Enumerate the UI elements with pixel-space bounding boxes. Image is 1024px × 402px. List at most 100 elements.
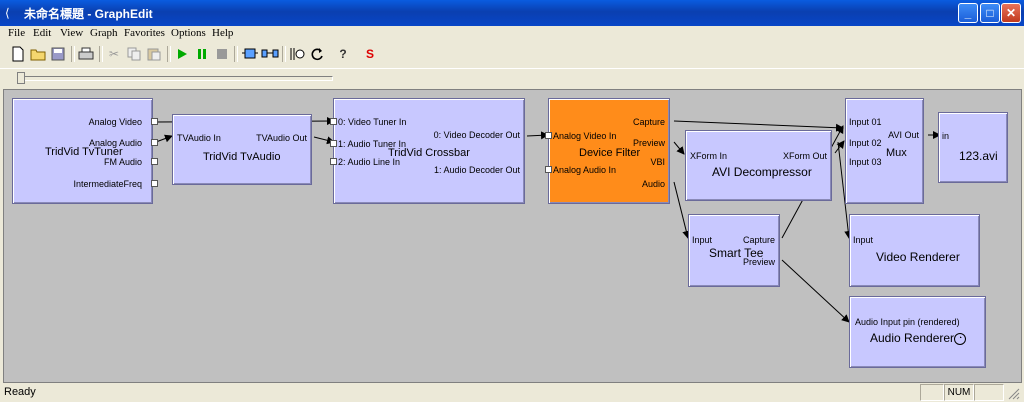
pin-label: IntermediateFreq — [73, 179, 142, 189]
pin-label: TVAudio In — [177, 133, 221, 143]
copy-icon[interactable] — [124, 44, 144, 64]
graphedit-icon: ⟨ — [5, 6, 10, 20]
status-panel-blank — [920, 384, 944, 401]
filter-crossbar[interactable]: TridVid Crossbar 0: Video Tuner In 1: Au… — [330, 98, 525, 204]
window-title: 未命名標題 - GraphEdit — [24, 7, 153, 21]
help-icon[interactable]: ? — [333, 44, 353, 64]
pin-label: Input — [853, 235, 874, 245]
filter-smart-tee[interactable]: Smart Tee Input Capture Preview — [688, 214, 780, 287]
pin-label: 0: Video Decoder Out — [433, 130, 520, 140]
pin-label: Preview — [742, 257, 775, 267]
input-pin[interactable] — [545, 166, 552, 173]
filter-tvtuner[interactable]: TridVid TvTuner Analog Video Analog Audi… — [12, 98, 158, 204]
status-num: NUM — [944, 384, 974, 401]
pause-icon[interactable] — [192, 44, 212, 64]
cut-icon[interactable]: ✂ — [104, 44, 124, 64]
pin-label: AVI Out — [888, 130, 919, 140]
save-icon[interactable] — [48, 44, 68, 64]
pin-label: Input 03 — [849, 157, 882, 167]
seek-icon[interactable]: S — [360, 44, 380, 64]
connection-preview-xform[interactable] — [673, 141, 685, 155]
maximize-button[interactable]: □ — [980, 3, 1000, 23]
input-pin[interactable] — [545, 132, 552, 139]
graph-clock-icon[interactable] — [287, 44, 307, 64]
output-pin[interactable] — [151, 158, 158, 165]
graph-canvas[interactable]: TridVid TvTuner Analog Video Analog Audi… — [3, 89, 1022, 383]
pin-label: in — [942, 131, 950, 141]
filter-name: Video Renderer — [876, 250, 960, 264]
resize-grip-icon[interactable] — [1008, 388, 1020, 400]
new-icon[interactable] — [8, 44, 28, 64]
toolbar: ✂ ? S — [4, 44, 1020, 66]
seek-track[interactable] — [18, 76, 333, 81]
menu-view[interactable]: View — [60, 27, 83, 39]
filter-video-renderer[interactable]: Video Renderer Input — [849, 214, 980, 287]
menu-help[interactable]: Help — [212, 27, 233, 39]
menu-edit[interactable]: Edit — [33, 27, 51, 39]
minimize-button[interactable]: _ — [958, 3, 978, 23]
paste-icon[interactable] — [144, 44, 164, 64]
filter-tvaudio[interactable]: TridVid TvAudio TVAudio In TVAudio Out — [172, 114, 312, 185]
output-pin[interactable] — [151, 139, 158, 146]
seek-thumb[interactable] — [17, 72, 25, 84]
pin-label: XForm Out — [782, 151, 827, 161]
filter-name: 123.avi — [959, 149, 998, 163]
input-pin[interactable] — [330, 158, 337, 165]
pin-label: 2: Audio Line In — [338, 157, 401, 167]
play-icon[interactable] — [172, 44, 192, 64]
output-pin[interactable] — [151, 180, 158, 187]
connection-capture-mux[interactable] — [673, 120, 844, 132]
pin-label: Analog Video In — [553, 131, 617, 141]
reference-clock-icon: ◔ — [954, 333, 966, 345]
status-text: Ready — [4, 386, 36, 398]
menu-file[interactable]: File — [8, 27, 25, 39]
menu-graph[interactable]: Graph — [90, 27, 118, 39]
stop-icon[interactable] — [212, 44, 232, 64]
pin-label: VBI — [650, 157, 665, 167]
pin-label: Analog Video — [88, 117, 142, 127]
pin-label: Audio — [641, 179, 665, 189]
open-icon[interactable] — [28, 44, 48, 64]
menu-bar: File Edit View Graph Favorites Options H… — [0, 26, 1024, 42]
pin-label: Audio Input pin (rendered) — [855, 317, 960, 327]
connection-tvaudio-in[interactable] — [155, 134, 173, 143]
input-pin[interactable] — [330, 118, 337, 125]
pin-label: Capture — [632, 117, 665, 127]
status-bar: Ready NUM — [0, 383, 1024, 402]
pin-label: Input 01 — [849, 117, 882, 127]
filter-audio-renderer[interactable]: Audio Input pin (rendered) Audio Rendere… — [849, 296, 986, 368]
filter-name: Mux — [886, 147, 907, 159]
pin-label: 0: Video Tuner In — [338, 117, 407, 127]
pin-label: FM Audio — [103, 157, 142, 167]
pin-label: Input 02 — [849, 138, 882, 148]
filter-name: Device Filter — [579, 147, 641, 159]
input-pin[interactable] — [330, 140, 337, 147]
connection-audio-renderer[interactable] — [781, 259, 850, 323]
filter-device[interactable]: Device Filter Analog Video In Analog Aud… — [545, 98, 670, 204]
filter-mux[interactable]: Mux Input 01 Input 02 Input 03 AVI Out — [845, 98, 924, 204]
refresh-icon[interactable] — [307, 44, 327, 64]
pin-label: 1: Audio Tuner In — [338, 139, 407, 149]
title-bar: ⟨ 未命名標題 - GraphEdit _ □ ✕ — [0, 0, 1024, 26]
pin-label: Capture — [742, 235, 775, 245]
status-panel-blank — [974, 384, 1004, 401]
filter-name: Audio Renderer — [870, 331, 955, 345]
output-pin[interactable] — [151, 118, 158, 125]
seek-bar — [0, 68, 1024, 89]
filter-avi-decompressor[interactable]: AVI Decompressor XForm In XForm Out — [685, 130, 832, 201]
filter-name: TridVid TvAudio — [203, 151, 281, 163]
pin-label: Preview — [632, 138, 665, 148]
pin-label: TVAudio Out — [256, 133, 307, 143]
pin-label: Input — [692, 235, 713, 245]
close-button[interactable]: ✕ — [1001, 3, 1021, 23]
pin-label: Analog Audio — [88, 138, 142, 148]
print-icon[interactable] — [76, 44, 96, 64]
pin-label: Analog Audio In — [553, 165, 617, 175]
connect-pins-icon[interactable] — [260, 44, 280, 64]
menu-options[interactable]: Options — [171, 27, 206, 39]
pin-label: 1: Audio Decoder Out — [433, 165, 520, 175]
filter-file-writer[interactable]: 123.avi in — [938, 112, 1008, 183]
insert-filter-icon[interactable] — [240, 44, 260, 64]
filter-name: AVI Decompressor — [712, 165, 812, 179]
menu-favorites[interactable]: Favorites — [124, 27, 165, 39]
